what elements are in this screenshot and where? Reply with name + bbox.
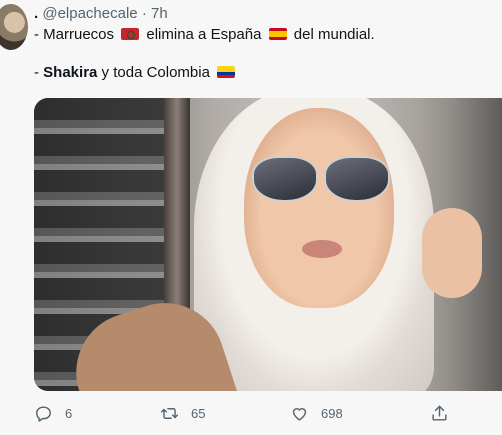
timestamp[interactable]: 7h [151,5,168,22]
retweet-icon [160,408,179,419]
reply-button[interactable]: 6 [34,404,72,423]
display-name[interactable]: . [34,5,38,22]
text-mundial: del mundial. [293,26,375,43]
photo-hand [422,208,482,298]
tweet-header: . @elpachecale · 7h [34,4,168,24]
text-colombia: y toda Colombia [101,64,210,81]
separator: · [141,5,147,22]
tweet-photo[interactable] [34,98,502,391]
line-dash: - [34,26,44,43]
tweet-actions: 6 65 698 [34,404,454,426]
sunglasses-right-lens [324,156,390,202]
text-marruecos: Marruecos [43,26,115,43]
sunglasses-left-lens [252,156,318,202]
tweet-text-line-2: - Shakira y toda Colombia [34,63,238,83]
text-shakira: Shakira [43,64,98,81]
retweet-count: 65 [191,406,206,421]
photo-lips [302,240,342,258]
line-dash: - [34,64,44,81]
tweet-text-line-1: - Marruecos elimina a España del mundial… [34,25,375,45]
user-handle[interactable]: @elpachecale [42,5,137,22]
avatar[interactable] [0,4,28,50]
share-icon [432,405,447,421]
like-button[interactable]: 698 [290,404,343,423]
like-icon [292,408,307,421]
spain-flag-icon [268,28,287,40]
reply-icon [36,406,51,422]
retweet-button[interactable]: 65 [160,404,205,423]
photo-face [244,108,394,308]
text-elimina: elimina a España [146,26,262,43]
morocco-flag-icon [121,28,140,40]
colombia-flag-icon [217,66,236,78]
reply-count: 6 [65,406,73,421]
tweet[interactable]: . @elpachecale · 7h - Marruecos elimina … [0,0,502,435]
like-count: 698 [321,406,343,421]
share-button[interactable] [430,404,449,423]
